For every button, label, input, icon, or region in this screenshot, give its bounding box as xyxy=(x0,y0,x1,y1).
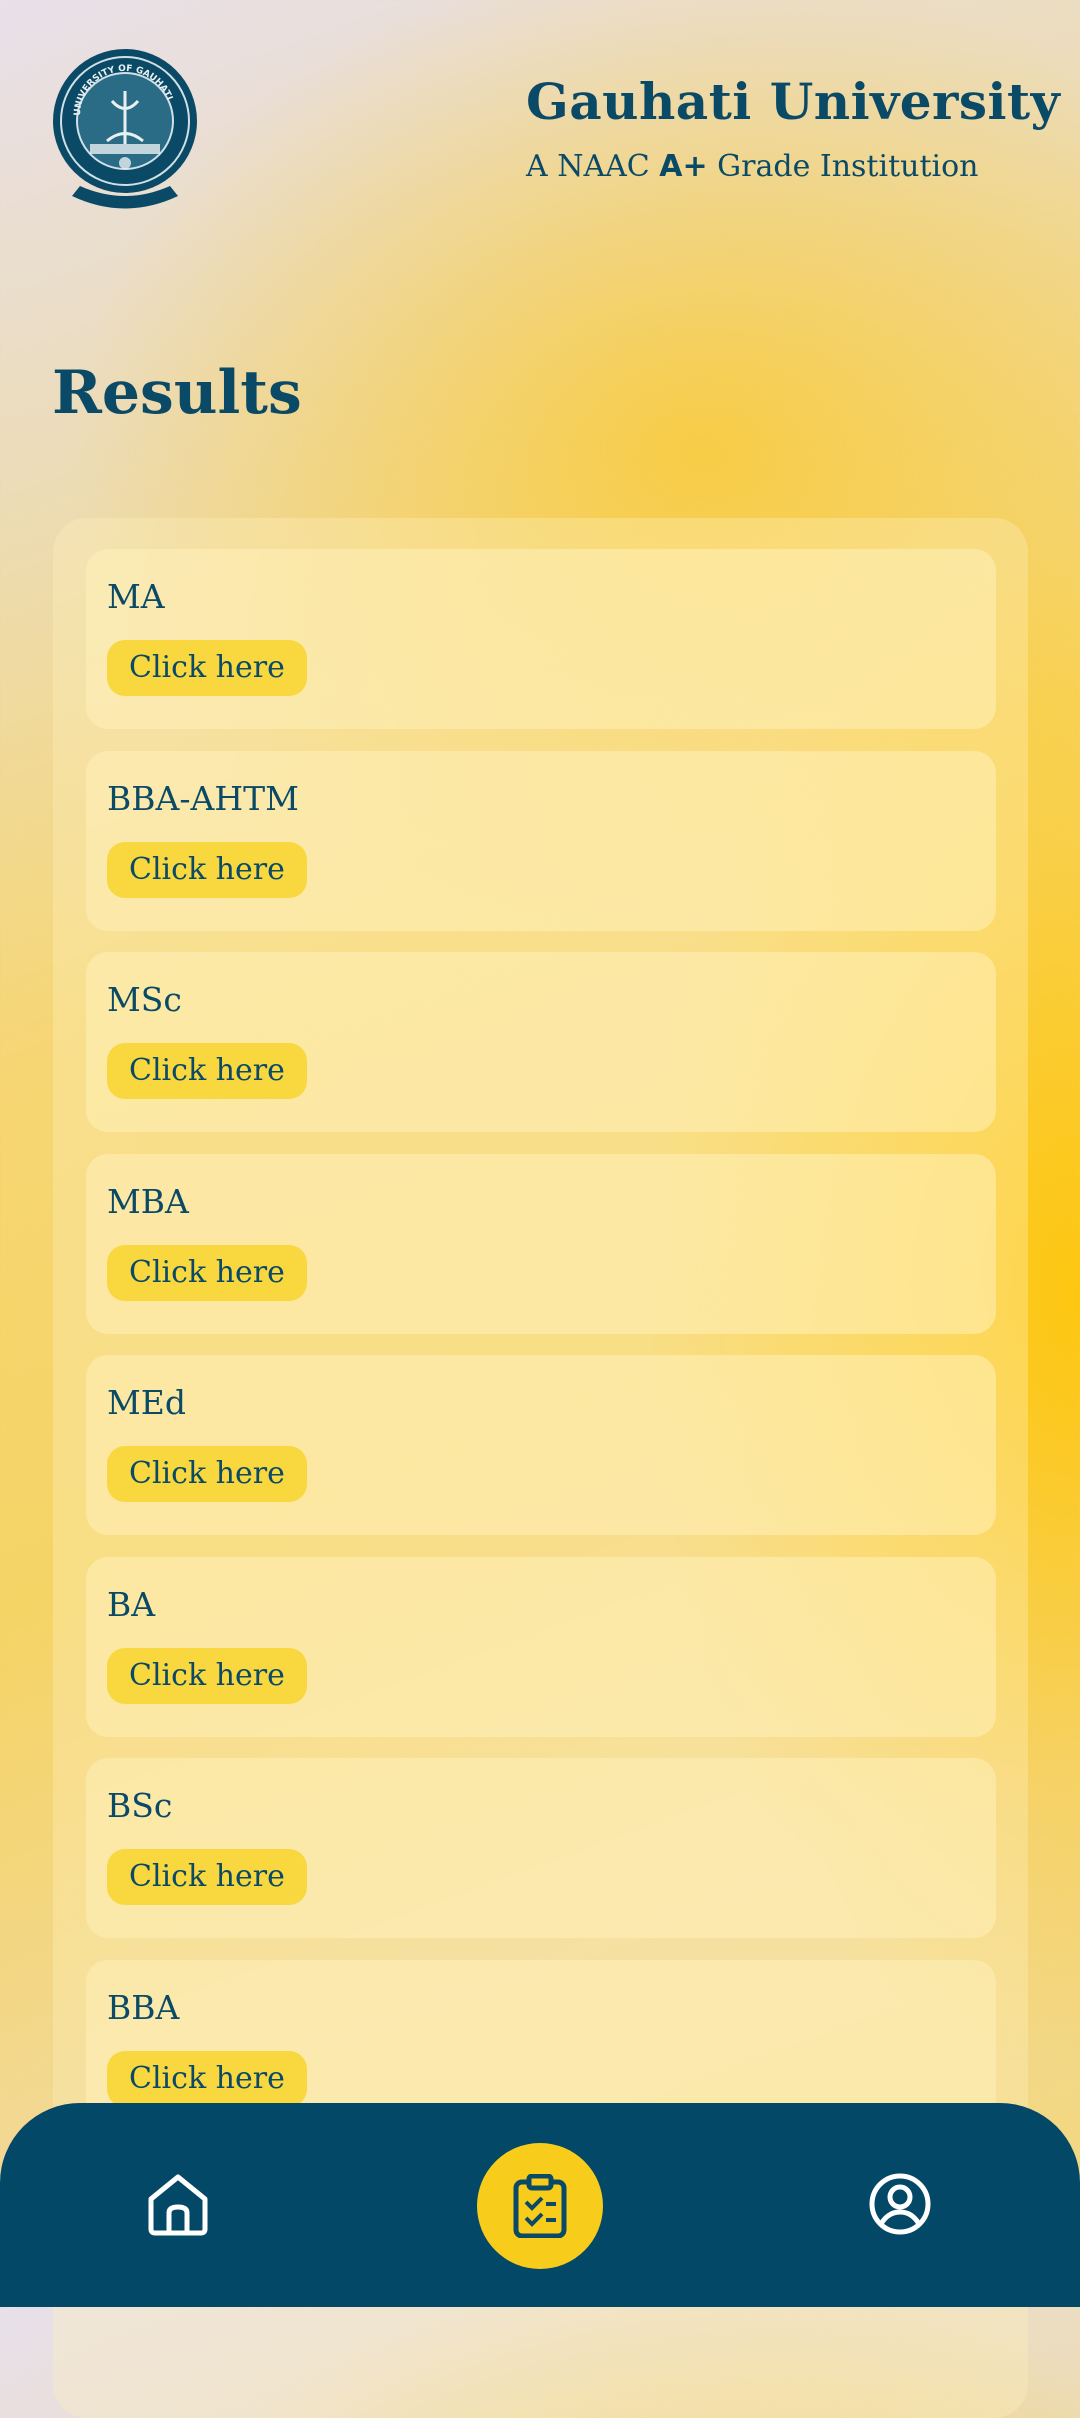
user-circle-icon[interactable] xyxy=(868,2172,932,2236)
header: UNIVERSITY OF GAUHATI Gauhati University… xyxy=(0,0,1080,230)
result-card: BBA-AHTM Click here xyxy=(86,751,996,931)
result-course-name: BBA-AHTM xyxy=(107,779,299,818)
result-course-name: MBA xyxy=(107,1182,189,1221)
result-course-name: MSc xyxy=(107,980,182,1019)
result-course-name: BSc xyxy=(107,1786,173,1825)
result-card: BSc Click here xyxy=(86,1758,996,1938)
brand-block: Gauhati University A NAAC A+ Grade Insti… xyxy=(526,72,1061,184)
result-link-button[interactable]: Click here xyxy=(107,1849,307,1905)
university-name: Gauhati University xyxy=(526,72,1061,131)
result-card: MBA Click here xyxy=(86,1154,996,1334)
result-course-name: BA xyxy=(107,1585,156,1624)
result-card: MSc Click here xyxy=(86,952,996,1132)
result-link-button[interactable]: Click here xyxy=(107,842,307,898)
result-link-button[interactable]: Click here xyxy=(107,1245,307,1301)
result-card: BA Click here xyxy=(86,1557,996,1737)
result-card: MEd Click here xyxy=(86,1355,996,1535)
page-title: Results xyxy=(52,358,302,428)
home-icon[interactable] xyxy=(145,2171,211,2237)
result-course-name: MEd xyxy=(107,1383,187,1422)
university-logo: UNIVERSITY OF GAUHATI xyxy=(53,49,197,209)
result-link-button[interactable]: Click here xyxy=(107,1043,307,1099)
result-course-name: BBA xyxy=(107,1988,180,2027)
result-course-name: MA xyxy=(107,577,165,616)
bottom-nav xyxy=(0,2103,1080,2307)
result-link-button[interactable]: Click here xyxy=(107,1648,307,1704)
result-card: MA Click here xyxy=(86,549,996,729)
result-link-button[interactable]: Click here xyxy=(107,2051,307,2107)
result-link-button[interactable]: Click here xyxy=(107,640,307,696)
university-tagline: A NAAC A+ Grade Institution xyxy=(526,149,979,184)
result-link-button[interactable]: Click here xyxy=(107,1446,307,1502)
clipboard-check-icon xyxy=(513,2174,567,2238)
results-tab-button[interactable] xyxy=(477,2143,603,2269)
